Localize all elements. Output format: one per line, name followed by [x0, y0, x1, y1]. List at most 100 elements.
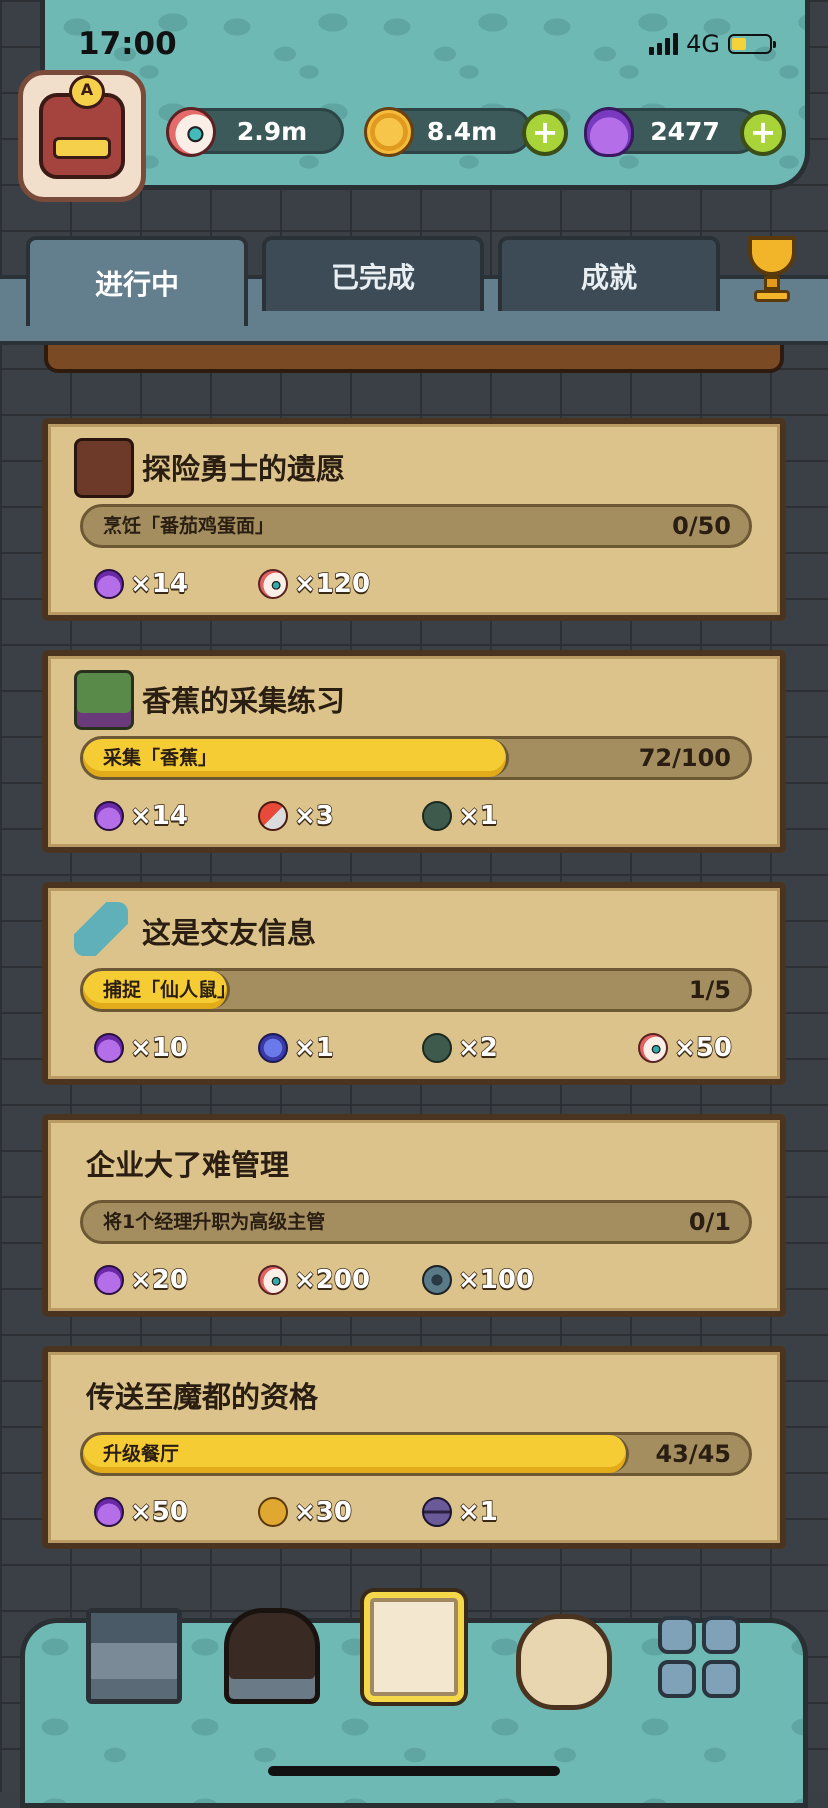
card-icon [422, 801, 452, 831]
quest-card[interactable]: 探险勇士的遗愿 烹饪「番茄鸡蛋面」 0/50 ×14 ×120 [42, 418, 786, 621]
reward-amount: ×1 [457, 800, 498, 832]
quest-card[interactable]: 传送至魔都的资格 升级餐厅 43/45 ×50 ×30 ×1 [42, 1346, 786, 1549]
tab-in-progress-label: 进行中 [94, 268, 179, 301]
quest-progress-bar: 烹饪「番茄鸡蛋面」 0/50 [80, 504, 752, 548]
crystal-icon [258, 1033, 288, 1063]
potion-icon [94, 801, 124, 831]
quest-book-icon[interactable] [364, 1592, 464, 1702]
reward-item: ×50 [638, 1026, 733, 1070]
reward-item: ×10 [94, 1026, 189, 1070]
quest-task: 升级餐厅 [103, 1443, 180, 1465]
chest-icon [74, 670, 134, 730]
reward-amount: ×30 [293, 1496, 352, 1528]
potion-icon [584, 107, 634, 157]
quest-progress-count: 43/45 [655, 1440, 731, 1468]
potion-icon [94, 1033, 124, 1063]
eyeball-icon [258, 569, 288, 599]
reward-amount: ×200 [293, 1264, 371, 1296]
shop-icon[interactable] [86, 1608, 182, 1704]
quest-progress-count: 72/100 [638, 744, 731, 772]
magnet-icon [258, 801, 288, 831]
potion-icon [94, 569, 124, 599]
quest-task: 将1个经理升职为高级主管 [103, 1211, 326, 1233]
reward-item: ×1 [258, 1026, 335, 1070]
add-potion-button[interactable]: + [740, 110, 786, 156]
player-avatar[interactable]: A [18, 70, 146, 202]
hourglass-icon [422, 1497, 452, 1527]
reward-amount: ×14 [129, 568, 188, 600]
trophy-icon[interactable] [734, 236, 810, 306]
quest-progress-count: 0/50 [672, 512, 731, 540]
tab-achievements[interactable]: 成就 [498, 236, 720, 311]
potion-icon [94, 1265, 124, 1295]
gem-icon [251, 1490, 295, 1534]
reward-amount: ×14 [129, 800, 188, 832]
reward-amount: ×50 [129, 1496, 188, 1528]
tab-in-progress[interactable]: 进行中 [26, 236, 248, 326]
reward-item: ×14 [94, 562, 189, 606]
quest-title: 企业大了难管理 [86, 1148, 290, 1182]
monster-icon[interactable] [224, 1608, 320, 1704]
quest-title: 传送至魔都的资格 [86, 1380, 319, 1414]
money-bag-icon[interactable] [516, 1614, 612, 1710]
reward-amount: ×10 [129, 1032, 188, 1064]
reward-amount: ×1 [293, 1032, 334, 1064]
avatar-badge-letter: A [69, 75, 105, 109]
reward-item: ×200 [258, 1258, 371, 1302]
reward-item: ×3 [258, 794, 335, 838]
reward-item: ×120 [258, 562, 371, 606]
book-icon [74, 438, 134, 498]
quest-card[interactable]: 香蕉的采集练习 采集「香蕉」 72/100 ×14 ×3 ×1 [42, 650, 786, 853]
quest-progress-count: 1/5 [688, 976, 731, 1004]
reward-amount: ×50 [673, 1032, 732, 1064]
reward-amount: ×120 [293, 568, 371, 600]
potion-icon [94, 1497, 124, 1527]
avatar-portrait: A [39, 75, 125, 179]
quest-card[interactable]: 这是交友信息 捕捉「仙人鼠」 1/5 ×10 ×1 ×2 ×50 [42, 882, 786, 1085]
quest-progress-bar: 将1个经理升职为高级主管 0/1 [80, 1200, 752, 1244]
wooden-shelf [44, 345, 784, 373]
quest-title: 香蕉的采集练习 [142, 684, 346, 718]
reward-item: ×100 [422, 1258, 535, 1302]
tab-achievements-label: 成就 [580, 260, 637, 294]
home-indicator[interactable] [268, 1766, 560, 1776]
avatar-mouth [53, 137, 111, 159]
eyeball-count: 2.9m [236, 116, 308, 146]
grid-menu-icon[interactable] [654, 1612, 744, 1702]
reward-amount: ×1 [457, 1496, 498, 1528]
reward-amount: ×2 [457, 1032, 498, 1064]
quest-title: 探险勇士的遗愿 [142, 452, 346, 486]
reward-item: ×14 [94, 794, 189, 838]
bottle-icon [74, 902, 128, 956]
reward-amount: ×20 [129, 1264, 188, 1296]
signal-icon [649, 33, 679, 55]
reward-amount: ×100 [457, 1264, 535, 1296]
reward-item: ×20 [94, 1258, 189, 1302]
reward-item: ×2 [422, 1026, 499, 1070]
quest-progress-count: 0/1 [688, 1208, 731, 1236]
card-icon [422, 1033, 452, 1063]
quest-task: 采集「香蕉」 [103, 747, 218, 769]
reward-item: ×1 [422, 794, 499, 838]
quest-progress-bar: 升级餐厅 43/45 [80, 1432, 752, 1476]
status-time: 17:00 [78, 26, 177, 62]
quest-task: 捕捉「仙人鼠」 [103, 979, 237, 1001]
reward-item: ×50 [94, 1490, 189, 1534]
tab-completed[interactable]: 已完成 [262, 236, 484, 311]
tab-completed-label: 已完成 [330, 260, 415, 294]
reward-item: ×30 [251, 1490, 353, 1534]
network-label: 4G [686, 30, 720, 58]
add-coin-button[interactable]: + [522, 110, 568, 156]
potion-count: 2477 [650, 116, 720, 146]
reward-item: ×1 [422, 1490, 499, 1534]
quest-progress-bar: 捕捉「仙人鼠」 1/5 [80, 968, 752, 1012]
eyeball-icon [166, 107, 216, 157]
eyeball-icon [258, 1265, 288, 1295]
status-indicators: 4G [649, 30, 776, 58]
quest-task: 烹饪「番茄鸡蛋面」 [103, 515, 275, 537]
battery-icon [728, 34, 776, 54]
quest-title: 这是交友信息 [142, 916, 317, 950]
reward-amount: ×3 [293, 800, 334, 832]
quest-card[interactable]: 企业大了难管理 将1个经理升职为高级主管 0/1 ×20 ×200 ×100 [42, 1114, 786, 1317]
eyeball-icon [638, 1033, 668, 1063]
